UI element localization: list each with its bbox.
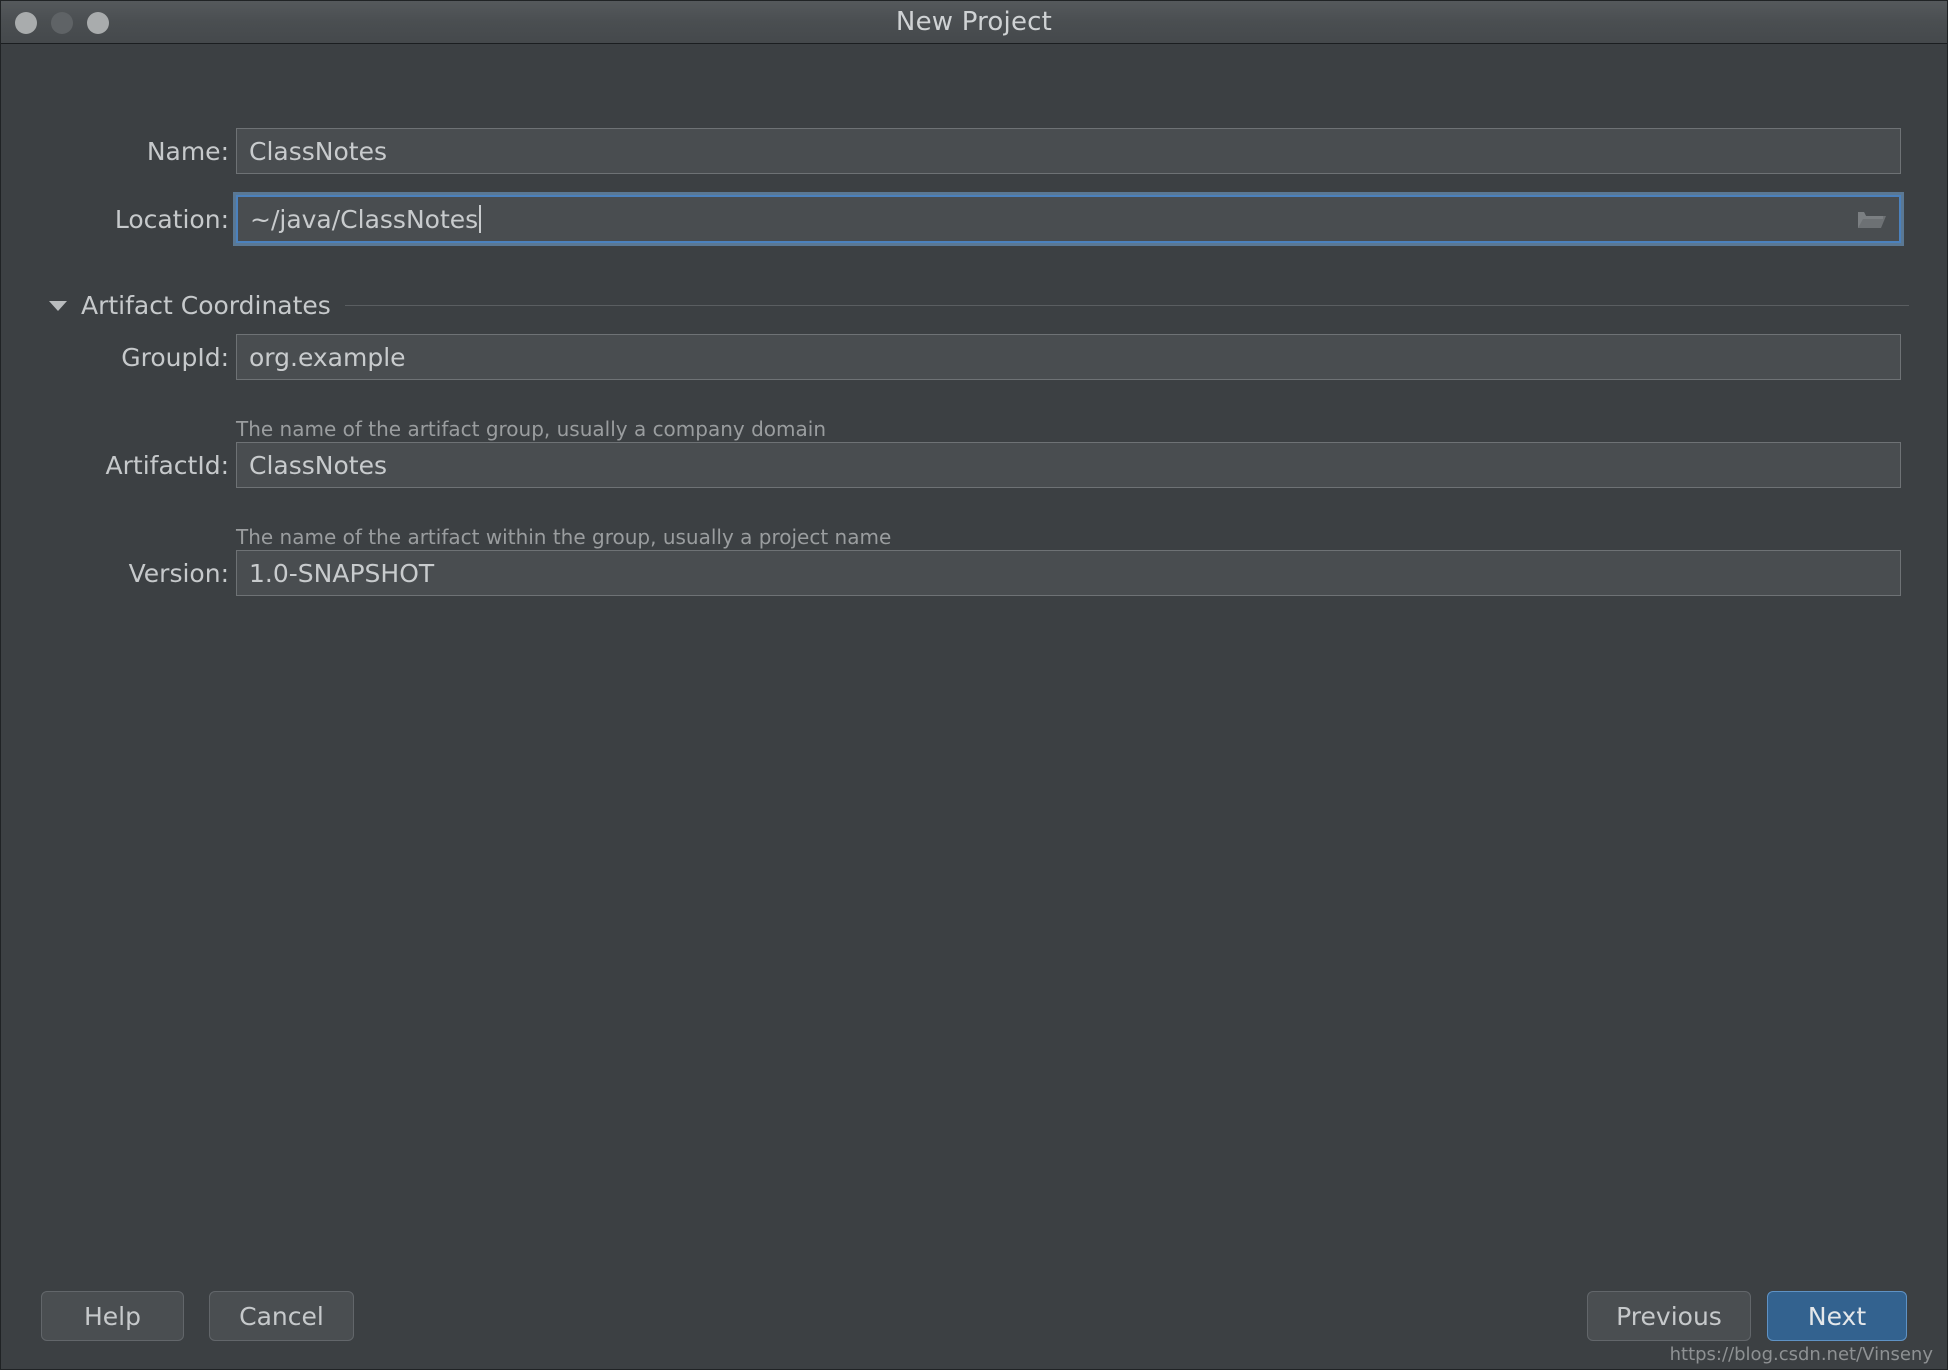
artifact-id-input[interactable]: ClassNotes (236, 442, 1901, 488)
location-input[interactable]: ~/java/ClassNotes (233, 192, 1904, 246)
section-divider (344, 305, 1909, 306)
cancel-button[interactable]: Cancel (209, 1291, 354, 1341)
location-label: Location: (114, 204, 229, 234)
version-label: Version: (128, 558, 229, 588)
name-input[interactable]: ClassNotes (236, 128, 1901, 174)
dialog-content: Name: ClassNotes Location: ~/java/ClassN… (1, 44, 1947, 1369)
artifact-id-label: ArtifactId: (105, 450, 229, 480)
version-input[interactable]: 1.0-SNAPSHOT (236, 550, 1901, 596)
group-id-hint: The name of the artifact group, usually … (236, 417, 826, 441)
help-button[interactable]: Help (41, 1291, 184, 1341)
version-row: Version: 1.0-SNAPSHOT (49, 550, 1901, 596)
artifact-id-row: ArtifactId: ClassNotes (49, 442, 1901, 488)
group-id-input-value: org.example (249, 342, 406, 372)
group-id-label: GroupId: (121, 342, 229, 372)
window-titlebar: New Project (1, 1, 1947, 44)
name-row: Name: ClassNotes (49, 128, 1901, 174)
group-id-row: GroupId: org.example (49, 334, 1901, 380)
minimize-window-button[interactable] (51, 11, 73, 34)
name-input-value: ClassNotes (249, 136, 387, 166)
artifact-id-input-value: ClassNotes (249, 450, 387, 480)
dialog-footer: Help Cancel Previous Next https://blog.c… (1, 1269, 1947, 1369)
close-window-button[interactable] (15, 11, 37, 34)
location-row: Location: ~/java/ClassNotes (49, 192, 1904, 246)
window-title: New Project (895, 7, 1053, 37)
folder-icon[interactable] (1853, 204, 1891, 234)
traffic-light-group (15, 1, 109, 44)
artifact-id-hint: The name of the artifact within the grou… (236, 525, 892, 549)
previous-button[interactable]: Previous (1587, 1291, 1751, 1341)
next-button[interactable]: Next (1767, 1291, 1907, 1341)
location-input-value: ~/java/ClassNotes (250, 204, 479, 234)
chevron-down-icon[interactable] (49, 300, 67, 311)
artifact-coordinates-section-header[interactable]: Artifact Coordinates (49, 291, 1909, 320)
new-project-dialog: New Project Name: ClassNotes Location: ~… (0, 0, 1948, 1370)
group-id-input[interactable]: org.example (236, 334, 1901, 380)
zoom-window-button[interactable] (87, 11, 109, 34)
version-input-value: 1.0-SNAPSHOT (249, 558, 435, 588)
text-cursor (479, 205, 482, 233)
watermark-text: https://blog.csdn.net/Vinseny (1669, 1344, 1933, 1365)
artifact-coordinates-title: Artifact Coordinates (81, 291, 331, 320)
name-label: Name: (146, 136, 229, 166)
